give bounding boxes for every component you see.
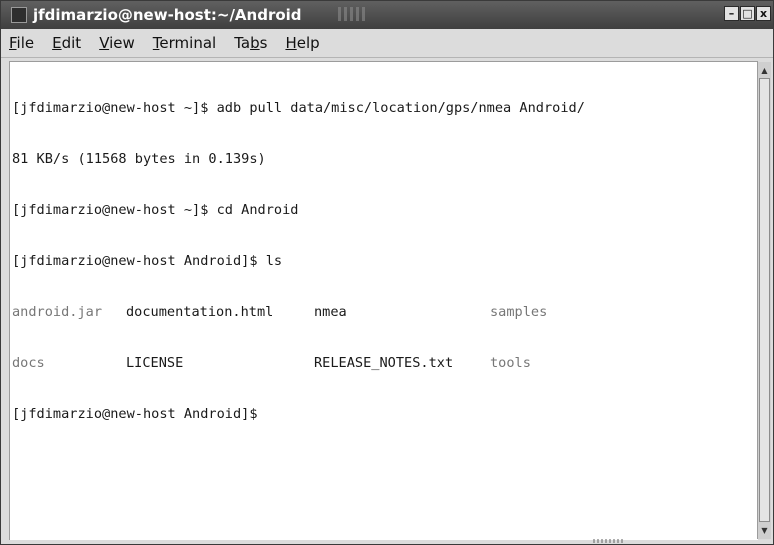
- resize-grip[interactable]: [593, 539, 623, 543]
- terminal-line: [jfdimarzio@new-host ~]$ cd Android: [12, 202, 299, 218]
- ls-entry: RELEASE_NOTES.txt: [314, 355, 454, 371]
- window-controls: – □ x: [724, 6, 771, 21]
- window-title: jfdimarzio@new-host:~/Android: [33, 6, 302, 24]
- ls-entry: LICENSE: [126, 355, 184, 371]
- menu-view[interactable]: View: [97, 32, 137, 54]
- menu-terminal[interactable]: Terminal: [151, 32, 218, 54]
- maximize-button[interactable]: □: [740, 6, 755, 21]
- ls-entry: samples: [490, 304, 548, 320]
- terminal-prompt: [jfdimarzio@new-host Android]$: [12, 406, 258, 422]
- terminal-line: 81 KB/s (11568 bytes in 0.139s): [12, 151, 266, 167]
- menu-help[interactable]: Help: [283, 32, 321, 54]
- minimize-button[interactable]: –: [724, 6, 739, 21]
- scroll-down-arrow-icon[interactable]: ▼: [759, 525, 770, 536]
- ls-entry: tools: [490, 355, 531, 371]
- terminal-output-area[interactable]: [jfdimarzio@new-host ~]$ adb pull data/m…: [9, 61, 758, 540]
- terminal-line: [jfdimarzio@new-host Android]$ ls: [12, 253, 283, 269]
- ls-output-row: docs LICENSE RELEASE_NOTES.txt tools: [12, 355, 585, 372]
- menu-edit[interactable]: Edit: [50, 32, 83, 54]
- terminal-line: [jfdimarzio@new-host ~]$ adb pull data/m…: [12, 100, 585, 116]
- ls-entry: docs: [12, 355, 45, 371]
- title-bar-decoration: [338, 7, 368, 21]
- ls-entry: android.jar: [12, 304, 103, 320]
- title-bar[interactable]: jfdimarzio@new-host:~/Android – □ x: [1, 1, 773, 29]
- ls-output-row: android.jar documentation.html nmea samp…: [12, 304, 585, 321]
- scrollbar-thumb[interactable]: [759, 78, 770, 522]
- vertical-scrollbar[interactable]: ▲ ▼: [757, 62, 771, 539]
- ls-entry: documentation.html: [126, 304, 274, 320]
- terminal-window: jfdimarzio@new-host:~/Android – □ x File…: [0, 0, 774, 545]
- terminal-text: [jfdimarzio@new-host ~]$ adb pull data/m…: [12, 66, 585, 457]
- scroll-up-arrow-icon[interactable]: ▲: [759, 65, 770, 76]
- menu-file[interactable]: File: [7, 32, 36, 54]
- menu-tabs[interactable]: Tabs: [232, 32, 269, 54]
- terminal-app-icon: [11, 7, 27, 23]
- close-button[interactable]: x: [756, 6, 771, 21]
- menu-bar: File Edit View Terminal Tabs Help: [1, 29, 773, 58]
- ls-entry: nmea: [314, 304, 347, 320]
